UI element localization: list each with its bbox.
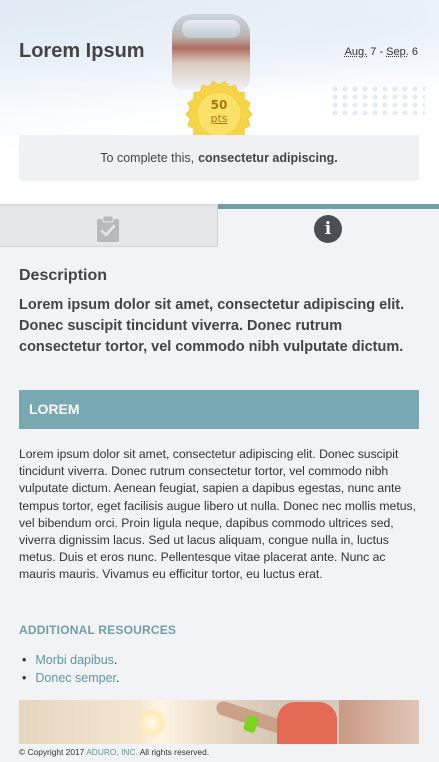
date-range: Aug. 7 - Sep. 6 xyxy=(345,46,418,58)
hero-jar-image xyxy=(172,14,250,90)
tab-activity[interactable] xyxy=(0,204,218,247)
info-icon: i xyxy=(314,215,342,243)
end-month: Sep. xyxy=(386,46,409,58)
photo-sun xyxy=(137,708,167,738)
resources-heading: ADDITIONAL RESOURCES xyxy=(19,623,177,637)
resource-link[interactable]: Donec semper xyxy=(35,671,116,685)
brand-link[interactable]: ADURO, INC. xyxy=(86,747,138,757)
end-day: 6 xyxy=(411,46,418,58)
list-item: Donec semper. xyxy=(22,669,119,687)
completion-hint-emphasis: consectetur adipiscing. xyxy=(198,151,338,165)
copyright-prefix: © Copyright 2017 xyxy=(19,747,85,757)
link-suffix: . xyxy=(116,671,120,685)
date-separator: - xyxy=(376,46,387,58)
start-month: Aug. xyxy=(344,46,368,58)
copyright-suffix: All rights reserved. xyxy=(139,747,210,757)
photo-person xyxy=(339,700,419,744)
list-item: Morbi dapibus. xyxy=(22,651,119,669)
description-text: Lorem ipsum dolor sit amet, consectetur … xyxy=(19,297,405,355)
resource-link[interactable]: Morbi dapibus xyxy=(35,653,114,667)
section-banner: LOREM xyxy=(19,390,419,429)
page-title: Lorem Ipsum xyxy=(19,40,145,62)
tab-bar: i xyxy=(0,204,439,247)
completion-hint-prefix: To complete this, xyxy=(100,151,195,165)
points-value: 50 xyxy=(210,98,228,112)
resources-list: Morbi dapibus. Donec semper. xyxy=(22,651,119,687)
copyright: © Copyright 2017 ADURO, INC. All rights … xyxy=(19,747,209,757)
clipboard-check-icon xyxy=(97,215,119,242)
description-heading: Description xyxy=(19,267,108,284)
hero-decoration xyxy=(330,85,425,115)
points-label: pts xyxy=(210,112,228,125)
tab-info[interactable]: i xyxy=(218,204,439,247)
photo-shirt xyxy=(277,702,337,744)
link-suffix: . xyxy=(113,653,118,667)
section-body: Lorem ipsum dolor sit amet, consectetur … xyxy=(19,447,416,582)
completion-hint: To complete this, consectetur adipiscing. xyxy=(19,135,419,181)
jar-lid xyxy=(182,20,240,38)
footer-photo xyxy=(19,700,419,744)
